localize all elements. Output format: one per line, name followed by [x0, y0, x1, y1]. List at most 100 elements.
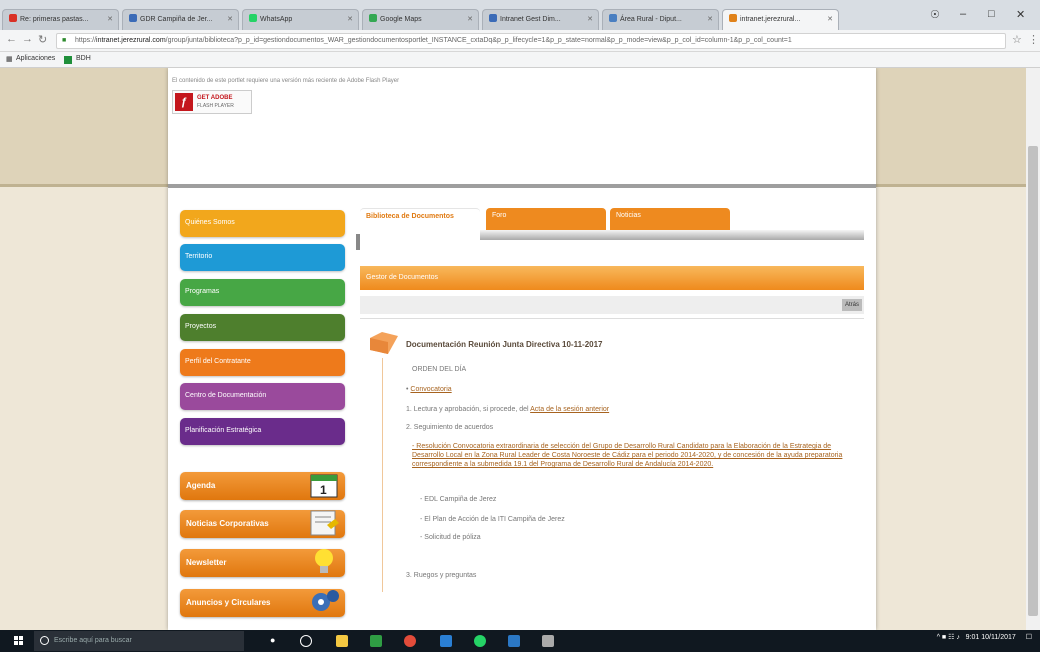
menu-territorio[interactable]: Territorio	[180, 244, 345, 271]
browser-tab-strip: Re: primeras pastas... ✕ GDR Campiña de J…	[0, 0, 1040, 30]
panel-separator	[168, 184, 876, 188]
orden-del-dia: ORDEN DEL DÍA	[412, 366, 467, 373]
back-button[interactable]: Atrás	[842, 299, 862, 311]
close-icon[interactable]: ✕	[707, 15, 713, 23]
section-header: Gestor de Documentos	[360, 266, 864, 290]
outlook-icon[interactable]	[440, 635, 452, 647]
tab-favicon-icon	[9, 14, 17, 22]
task-view-icon[interactable]	[300, 635, 312, 647]
cortana-icon	[40, 636, 49, 645]
calendar-icon: 1	[310, 474, 338, 498]
sub-item-iti: - El Plan de Acción de la ITI Campiña de…	[420, 516, 565, 523]
maximize-icon[interactable]: □	[988, 8, 995, 20]
close-window-icon[interactable]: ✕	[1016, 8, 1025, 21]
folder-icon	[370, 332, 398, 354]
browser-tab[interactable]: Re: primeras pastas... ✕	[2, 9, 119, 30]
tab-favicon-icon	[609, 14, 617, 22]
resolucion-link[interactable]: - Resolución Convocatoria extraordinaria…	[412, 442, 852, 469]
get-flash-button[interactable]: ƒ GET ADOBE FLASH PLAYER	[172, 90, 252, 114]
menu-programas[interactable]: Programas	[180, 279, 345, 306]
sub-item-edl: - EDL Campiña de Jerez	[420, 496, 497, 503]
browser-tab[interactable]: Google Maps ✕	[362, 9, 479, 30]
acta-link[interactable]: Acta de la sesión anterior	[530, 406, 609, 413]
browser-tab[interactable]: Intranet Gest Dim... ✕	[482, 9, 599, 30]
card-noticias[interactable]: Noticias Corporativas	[180, 510, 345, 538]
scrollbar[interactable]	[1026, 68, 1040, 630]
bookmark-bdh[interactable]: BDH	[76, 55, 91, 62]
close-icon[interactable]: ✕	[467, 15, 473, 23]
lock-icon: ■	[62, 37, 67, 44]
tab-favicon-icon	[489, 14, 497, 22]
item-1-text: 1. Lectura y aprobación, si procede, del	[406, 406, 529, 413]
adobe-title: GET ADOBE	[197, 95, 233, 101]
microphone-icon[interactable]: ●	[270, 635, 282, 647]
close-icon[interactable]: ✕	[587, 15, 593, 23]
menu-planificacion[interactable]: Planificación Estratégica	[180, 418, 345, 445]
reload-icon[interactable]: ↻	[38, 33, 47, 46]
menu-icon[interactable]: ⋮	[1028, 33, 1039, 46]
notifications-icon[interactable]: ☐	[1026, 634, 1032, 641]
adobe-sub: FLASH PLAYER	[197, 103, 234, 109]
tab-favicon-icon	[249, 14, 257, 22]
tab-foro[interactable]: Foro	[486, 208, 606, 230]
gears-icon	[312, 590, 339, 611]
windows-start-icon[interactable]	[14, 636, 24, 646]
browser-tab[interactable]: Área Rural - Diput... ✕	[602, 9, 719, 30]
back-icon[interactable]: ←	[6, 33, 17, 45]
close-icon[interactable]: ✕	[107, 15, 113, 23]
tab-marker	[356, 234, 360, 250]
page-viewport: El contenido de este portlet requiere un…	[0, 68, 1040, 630]
newspaper-icon	[310, 510, 339, 536]
browser-tab[interactable]: GDR Campiña de Jer... ✕	[122, 9, 239, 30]
tray-icons[interactable]: ^ ■ ☷ ♪	[937, 634, 964, 641]
browser-tab[interactable]: WhatsApp ✕	[242, 9, 359, 30]
url-input[interactable]: ■ https://intranet.jerezrural.com/group/…	[56, 33, 1006, 49]
scrollbar-thumb[interactable]	[1028, 146, 1038, 616]
close-icon[interactable]: ✕	[827, 15, 833, 23]
menu-quienes-somos[interactable]: Quiénes Somos	[180, 210, 345, 237]
card-newsletter[interactable]: Newsletter	[180, 549, 345, 577]
adobe-flash-logo: ƒ	[175, 93, 193, 111]
item-2: 2. Seguimiento de acuerdos	[406, 424, 494, 431]
excel-icon[interactable]	[370, 635, 382, 647]
tab-favicon-icon	[369, 14, 377, 22]
system-tray[interactable]: ^ ■ ☷ ♪ 9:01 10/11/2017 ☐	[937, 633, 1032, 641]
menu-perfil-contratante[interactable]: Perfil del Contratante	[180, 349, 345, 376]
tab-strip-bar	[480, 230, 864, 240]
printer-icon[interactable]	[542, 635, 554, 647]
item-1: 1. Lectura y aprobación, si procede, del…	[406, 406, 609, 413]
content-panel: El contenido de este portlet requiere un…	[168, 68, 876, 630]
word-icon[interactable]	[508, 635, 520, 647]
lightbulb-icon	[315, 549, 333, 573]
close-icon[interactable]: ✕	[227, 15, 233, 23]
tab-biblioteca[interactable]: Biblioteca de Documentos	[360, 208, 480, 238]
tray-clock[interactable]: 9:01 10/11/2017	[966, 634, 1016, 641]
section-toolbar: Atrás	[360, 296, 864, 314]
forward-icon[interactable]: →	[22, 33, 33, 45]
convocatoria-link[interactable]: Convocatoria	[410, 386, 451, 393]
flash-notice: El contenido de este portlet requiere un…	[172, 78, 400, 84]
apps-icon[interactable]: ▦	[6, 55, 13, 63]
menu-proyectos[interactable]: Proyectos	[180, 314, 345, 341]
svg-text:1: 1	[320, 483, 327, 497]
card-agenda[interactable]: Agenda 1	[180, 472, 345, 500]
bookmarks-bar: ▦ Aplicaciones BDH	[0, 52, 1040, 68]
close-icon[interactable]: ✕	[347, 15, 353, 23]
user-icon[interactable]: ☉	[930, 8, 940, 21]
bookmark-apps[interactable]: Aplicaciones	[16, 55, 55, 62]
star-icon[interactable]: ☆	[1012, 33, 1022, 46]
card-anuncios-label: Anuncios y Circulares	[186, 598, 271, 607]
tab-noticias[interactable]: Noticias	[610, 208, 730, 230]
section-divider	[360, 318, 864, 319]
chrome-icon[interactable]	[404, 635, 416, 647]
menu-centro-documentacion[interactable]: Centro de Documentación	[180, 383, 345, 410]
tab-favicon-icon	[129, 14, 137, 22]
browser-tab-active[interactable]: intranet.jerezrural... ✕	[722, 9, 839, 30]
file-explorer-icon[interactable]	[336, 635, 348, 647]
taskbar-search-placeholder: Escribe aquí para buscar	[54, 637, 132, 644]
whatsapp-icon[interactable]	[474, 635, 486, 647]
minimize-icon[interactable]: –	[960, 8, 966, 20]
document-title: Documentación Reunión Junta Directiva 10…	[406, 340, 603, 349]
card-anuncios[interactable]: Anuncios y Circulares	[180, 589, 345, 617]
taskbar-search-input[interactable]: Escribe aquí para buscar	[34, 631, 244, 651]
